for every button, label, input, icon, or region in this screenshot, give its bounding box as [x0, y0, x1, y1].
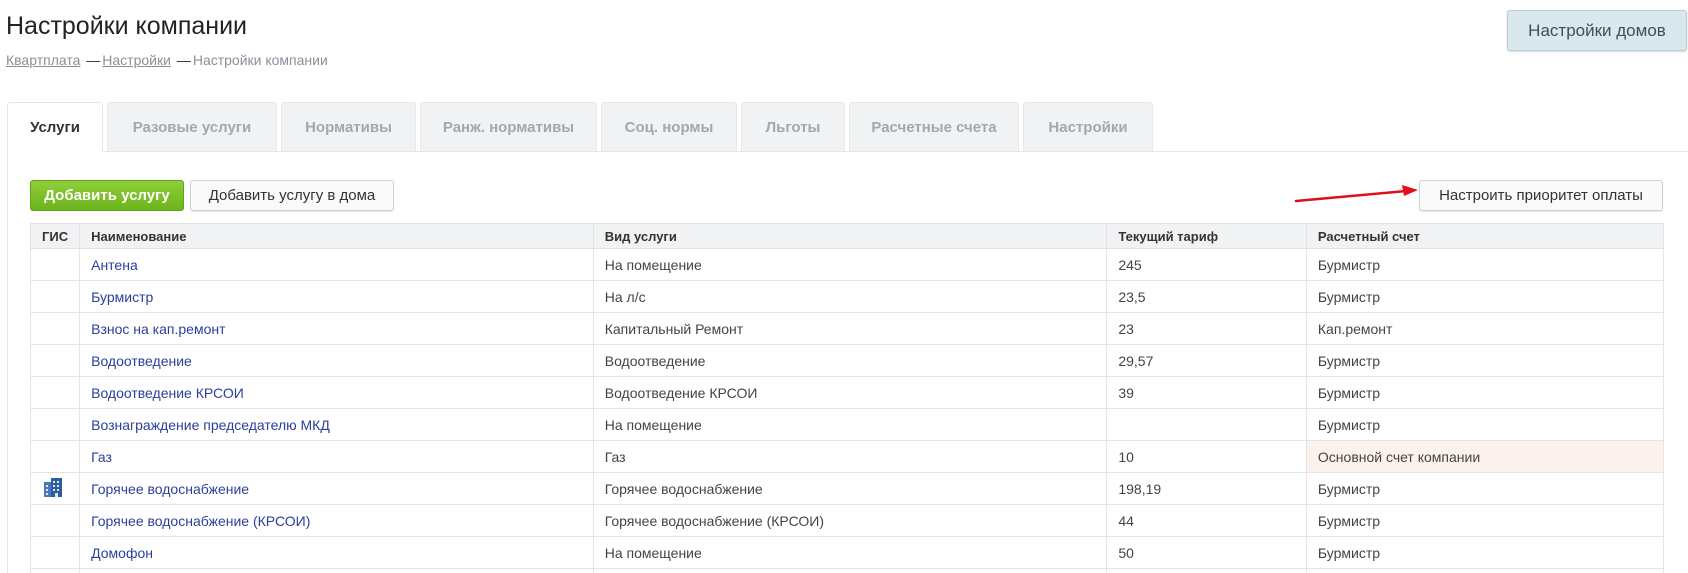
houses-settings-button[interactable]: Настройки домов	[1507, 10, 1687, 51]
cell-service-type: Горячее водоснабжение	[592, 472, 1108, 505]
cell-gis	[29, 568, 81, 573]
cell-name[interactable]: Горячее водоснабжение	[79, 472, 594, 505]
annotation-arrow-icon	[1294, 185, 1418, 203]
cell-name[interactable]: Вознаграждение председателю МКД	[79, 408, 594, 441]
cell-tariff	[1106, 408, 1307, 441]
page-title: Настройки компании	[6, 12, 248, 40]
add-service-button[interactable]: Добавить услугу	[30, 180, 184, 211]
cell-tariff: 50	[1106, 536, 1307, 569]
cell-gis	[29, 344, 81, 377]
cell-service-type	[592, 568, 1108, 573]
cell-tariff: 245	[1106, 248, 1307, 281]
cell-tariff: 198,19	[1106, 472, 1307, 505]
cell-account: Кап.ремонт	[1305, 312, 1665, 345]
breadcrumb-separator: —	[86, 52, 101, 68]
cell-service-type: Горячее водоснабжение (КРСОИ)	[592, 504, 1108, 537]
cell-gis	[29, 472, 81, 505]
breadcrumb-current: Настройки компании	[192, 52, 328, 68]
cell-name[interactable]: Домофон	[79, 536, 594, 569]
breadcrumb-link-settings[interactable]: Настройки	[102, 52, 171, 68]
tab-one-time-services[interactable]: Разовые услуги	[107, 102, 277, 151]
cell-gis	[29, 440, 81, 473]
cell-account: Бурмистр	[1305, 408, 1665, 441]
payment-priority-button[interactable]: Настроить приоритет оплаты	[1419, 180, 1663, 211]
tab-services[interactable]: Услуги	[7, 102, 103, 152]
cell-account: Бурмистр	[1305, 248, 1665, 281]
column-header-tariff[interactable]: Текущий тариф	[1106, 223, 1307, 249]
cell-tariff: 10	[1106, 440, 1307, 473]
add-service-to-homes-button[interactable]: Добавить услугу в дома	[190, 180, 394, 211]
table-row[interactable]	[29, 568, 1665, 573]
cell-tariff: 23	[1106, 312, 1307, 345]
tab-norms[interactable]: Нормативы	[281, 102, 416, 151]
cell-service-type: На л/с	[592, 280, 1108, 313]
cell-gis	[29, 376, 81, 409]
table-row[interactable]: Антена На помещение 245 Бурмистр	[29, 248, 1665, 281]
cell-tariff	[1106, 568, 1307, 573]
column-header-gis[interactable]: ГИС	[29, 223, 81, 249]
cell-gis	[29, 408, 81, 441]
cell-name[interactable]	[79, 568, 594, 573]
cell-account: Основной счет компании	[1305, 440, 1665, 473]
column-header-type[interactable]: Вид услуги	[592, 223, 1108, 249]
cell-gis	[29, 504, 81, 537]
cell-tariff: 39	[1106, 376, 1307, 409]
table-header-row: ГИС Наименование Вид услуги Текущий тари…	[29, 223, 1665, 249]
table-row[interactable]: Газ Газ 10 Основной счет компании	[29, 440, 1665, 473]
cell-name[interactable]: Водоотведение	[79, 344, 594, 377]
cell-service-type: Водоотведение	[592, 344, 1108, 377]
cell-service-type: Газ	[592, 440, 1108, 473]
cell-account: Бурмистр	[1305, 376, 1665, 409]
breadcrumb-link-kvartplata[interactable]: Квартплата	[6, 52, 80, 68]
breadcrumb-separator: —	[176, 52, 191, 68]
table-row[interactable]: Бурмистр На л/с 23,5 Бурмистр	[29, 280, 1665, 313]
tab-benefits[interactable]: Льготы	[741, 102, 845, 151]
cell-gis	[29, 312, 81, 345]
cell-account: Бурмистр	[1305, 504, 1665, 537]
cell-account: Бурмистр	[1305, 280, 1665, 313]
table-row[interactable]: Водоотведение КРСОИ Водоотведение КРСОИ 39…	[29, 376, 1665, 409]
cell-gis	[29, 280, 81, 313]
cell-name[interactable]: Антена	[79, 248, 594, 281]
cell-account: Бурмистр	[1305, 472, 1665, 505]
table-row[interactable]: Взнос на кап.ремонт Капитальный Ремонт 23 К…	[29, 312, 1665, 345]
table-row[interactable]: Вознаграждение председателю МКД На помеще…	[29, 408, 1665, 441]
column-header-name[interactable]: Наименование	[79, 223, 594, 249]
cell-gis	[29, 248, 81, 281]
tab-social-norms[interactable]: Соц. нормы	[601, 102, 737, 151]
tab-ranged-norms[interactable]: Ранж. нормативы	[420, 102, 597, 151]
services-table: ГИС Наименование Вид услуги Текущий тари…	[29, 223, 1665, 573]
cell-name[interactable]: Бурмистр	[79, 280, 594, 313]
table-row[interactable]: Горячее водоснабжение Горячее водоснабжен…	[29, 472, 1665, 505]
tab-bar: Услуги Разовые услуги Нормативы Ранж. но…	[7, 102, 1157, 152]
cell-service-type: На помещение	[592, 536, 1108, 569]
cell-tariff: 29,57	[1106, 344, 1307, 377]
cell-service-type: Капитальный Ремонт	[592, 312, 1108, 345]
table-row[interactable]: Домофон На помещение 50 Бурмистр	[29, 536, 1665, 569]
column-header-account[interactable]: Расчетный счет	[1305, 223, 1665, 249]
cell-name[interactable]: Газ	[79, 440, 594, 473]
cell-account: Бурмистр	[1305, 344, 1665, 377]
tab-accounts[interactable]: Расчетные счета	[849, 102, 1019, 151]
cell-service-type: На помещение	[592, 248, 1108, 281]
tab-settings[interactable]: Настройки	[1023, 102, 1153, 151]
cell-gis	[29, 536, 81, 569]
cell-service-type: На помещение	[592, 408, 1108, 441]
breadcrumb: Квартплата — Настройки — Настройки компани…	[6, 52, 328, 68]
cell-name[interactable]: Горячее водоснабжение (КРСОИ)	[79, 504, 594, 537]
table-row[interactable]: Горячее водоснабжение (КРСОИ) Горячее вод…	[29, 504, 1665, 537]
cell-tariff: 23,5	[1106, 280, 1307, 313]
cell-account	[1305, 568, 1665, 573]
cell-name[interactable]: Водоотведение КРСОИ	[79, 376, 594, 409]
cell-service-type: Водоотведение КРСОИ	[592, 376, 1108, 409]
table-row[interactable]: Водоотведение Водоотведение 29,57 Бурмистр	[29, 344, 1665, 377]
cell-account: Бурмистр	[1305, 536, 1665, 569]
cell-tariff: 44	[1106, 504, 1307, 537]
building-icon	[42, 476, 64, 501]
cell-name[interactable]: Взнос на кап.ремонт	[79, 312, 594, 345]
